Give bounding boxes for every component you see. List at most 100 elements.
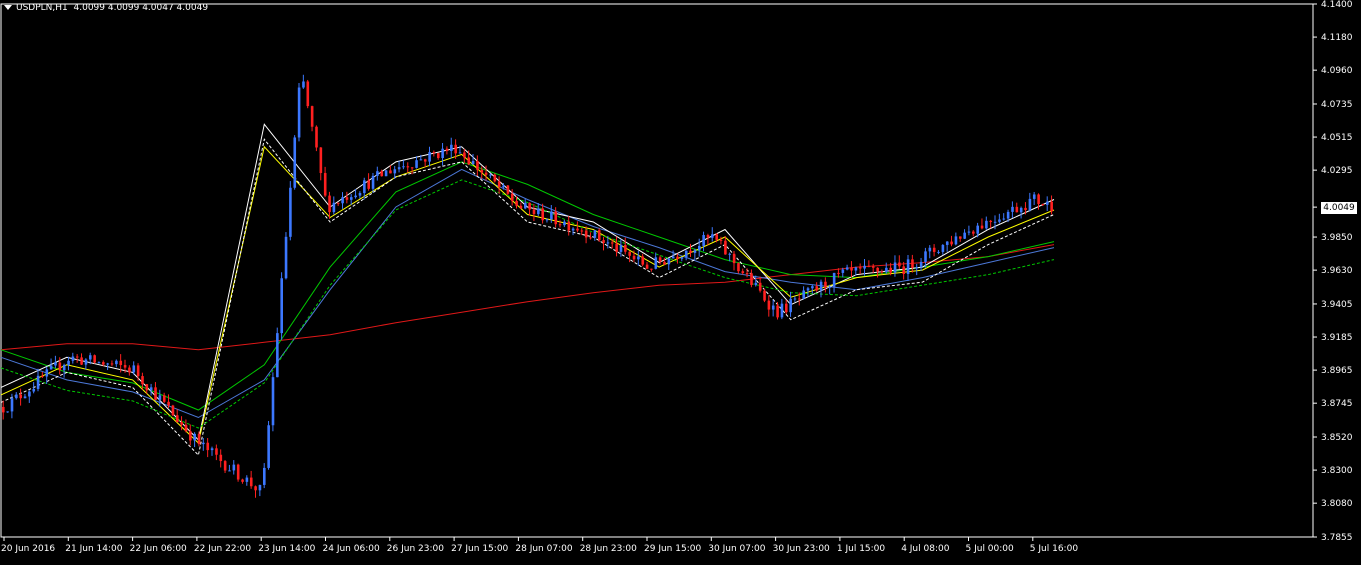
bull-candle [998, 219, 1001, 222]
bull-candle [332, 202, 336, 213]
bull-candle [502, 185, 505, 188]
bear-candle [641, 256, 645, 265]
bull-candle [23, 396, 27, 399]
bull-candle [771, 305, 775, 310]
bear-candle [367, 180, 370, 189]
bull-candle [906, 259, 910, 274]
bull-candle [341, 197, 344, 204]
bull-candle [924, 251, 927, 262]
bull-candle [819, 281, 823, 291]
bull-candle [1002, 218, 1006, 220]
bull-candle [115, 360, 118, 365]
bull-candle [441, 148, 444, 159]
bear-candle [858, 267, 862, 269]
bear-candle [319, 147, 323, 174]
price-chart[interactable]: 4.1400 4.1180 4.0960 4.0735 4.0515 4.0295 4.00… [0, 0, 1361, 561]
bear-candle [519, 205, 523, 209]
bear-candle [558, 224, 562, 226]
x-tick-label: 4 Jul 08:00 [901, 544, 950, 554]
bull-candle [711, 234, 714, 238]
bear-candle [532, 209, 536, 215]
bear-candle [154, 387, 157, 400]
bear-candle [2, 406, 5, 413]
y-tick-label: 4.1400 [1321, 0, 1353, 10]
bull-candle [193, 433, 196, 441]
chart-window[interactable]: 4.1400 4.1180 4.0960 4.0735 4.0515 4.0295 4.00… [0, 0, 1361, 561]
bear-candle [911, 259, 914, 268]
bull-candle [402, 166, 405, 168]
bull-candle [619, 244, 623, 252]
bull-candle [149, 387, 153, 391]
bear-candle [658, 257, 662, 262]
x-tick-label: 29 Jun 15:00 [644, 544, 701, 554]
bull-candle [54, 362, 57, 366]
bull-candle [963, 232, 966, 239]
bear-candle [110, 363, 114, 365]
bear-candle [624, 244, 627, 252]
bear-candle [406, 166, 410, 168]
bull-candle [297, 87, 301, 138]
bull-candle [284, 236, 288, 279]
bull-candle [563, 221, 566, 226]
bull-candle [967, 231, 971, 233]
bear-candle [576, 228, 579, 231]
bull-candle [1006, 211, 1010, 219]
bear-candle [880, 271, 884, 273]
bear-candle [706, 235, 710, 238]
bear-candle [989, 220, 993, 222]
bull-candle [228, 470, 231, 472]
bull-candle [789, 298, 792, 313]
y-tick-label: 3.8300 [1321, 466, 1353, 476]
bear-candle [310, 106, 314, 127]
bull-candle [458, 152, 462, 154]
bull-candle [397, 167, 401, 170]
bull-candle [358, 193, 362, 196]
bear-candle [432, 152, 436, 154]
bull-candle [845, 267, 849, 270]
bull-candle [915, 267, 919, 269]
bull-candle [571, 228, 575, 231]
bull-candle [84, 359, 88, 365]
bear-candle [336, 202, 340, 204]
bull-candle [993, 221, 997, 223]
dropdown-triangle-icon[interactable] [4, 5, 12, 10]
bull-candle [1011, 206, 1014, 212]
bear-candle [410, 167, 414, 169]
bull-candle [45, 369, 49, 377]
bull-candle [232, 464, 236, 471]
bear-candle [463, 152, 466, 158]
bull-candle [985, 220, 988, 229]
bear-candle [389, 170, 392, 174]
x-tick-label: 30 Jun 07:00 [708, 544, 765, 554]
bull-candle [698, 245, 701, 251]
bear-candle [867, 265, 871, 267]
bull-candle [10, 398, 14, 412]
bear-candle [898, 262, 901, 267]
bear-candle [611, 242, 614, 244]
bear-candle [650, 268, 653, 270]
bull-candle [376, 171, 379, 176]
chart-background [0, 0, 1361, 561]
y-tick-label: 4.0515 [1321, 133, 1353, 143]
bear-candle [315, 126, 318, 148]
bear-candle [484, 172, 488, 175]
bear-candle [589, 237, 592, 239]
bull-candle [28, 391, 31, 397]
bull-candle [863, 265, 866, 269]
bull-candle [1028, 198, 1032, 211]
bull-candle [280, 278, 283, 334]
bear-candle [580, 230, 584, 232]
bull-candle [941, 244, 945, 252]
bear-candle [741, 271, 745, 274]
bear-candle [597, 230, 601, 241]
bear-candle [197, 433, 201, 445]
bull-candle [210, 448, 214, 451]
bear-candle [249, 477, 253, 487]
x-tick-label: 20 Jun 2016 [1, 544, 55, 554]
bear-candle [445, 148, 449, 151]
bull-candle [15, 394, 18, 399]
x-tick-label: 28 Jun 07:00 [515, 544, 572, 554]
bear-candle [467, 157, 471, 165]
chart-header[interactable]: USDPLN,H1 4.0099 4.0099 4.0047 4.0049 [4, 3, 208, 13]
bull-candle [802, 290, 805, 299]
